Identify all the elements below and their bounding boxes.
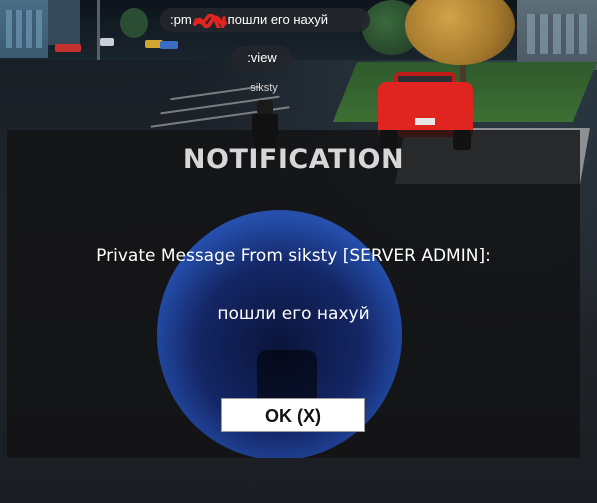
tree bbox=[120, 8, 148, 38]
player-nametag: siksty bbox=[250, 82, 278, 94]
avatar-head bbox=[257, 100, 273, 114]
redaction-scribble-icon bbox=[192, 13, 227, 28]
chat-command: :pm bbox=[170, 12, 192, 27]
notification-sender: Private Message From siksty [SERVER ADMI… bbox=[96, 246, 491, 266]
car-body bbox=[378, 82, 473, 137]
chat-message: пошли его нахуй bbox=[227, 12, 329, 27]
ok-button[interactable]: OK (X) bbox=[221, 398, 365, 432]
building-left bbox=[0, 0, 48, 58]
notification-message: пошли его нахуй bbox=[217, 304, 370, 324]
distant-car bbox=[55, 44, 81, 52]
distant-car bbox=[100, 38, 114, 46]
street-lamp bbox=[97, 0, 100, 60]
building-left-secondary bbox=[48, 0, 80, 45]
notification-title: NOTIFICATION bbox=[182, 144, 405, 175]
distant-car bbox=[160, 41, 178, 49]
building-right bbox=[517, 0, 597, 70]
notification-dialog: NOTIFICATION Private Message From siksty… bbox=[7, 130, 580, 458]
chat-bubble: :pm пошли его нахуй bbox=[160, 8, 370, 32]
car-plate bbox=[415, 118, 435, 125]
view-chat-bubble: :view bbox=[232, 46, 292, 70]
